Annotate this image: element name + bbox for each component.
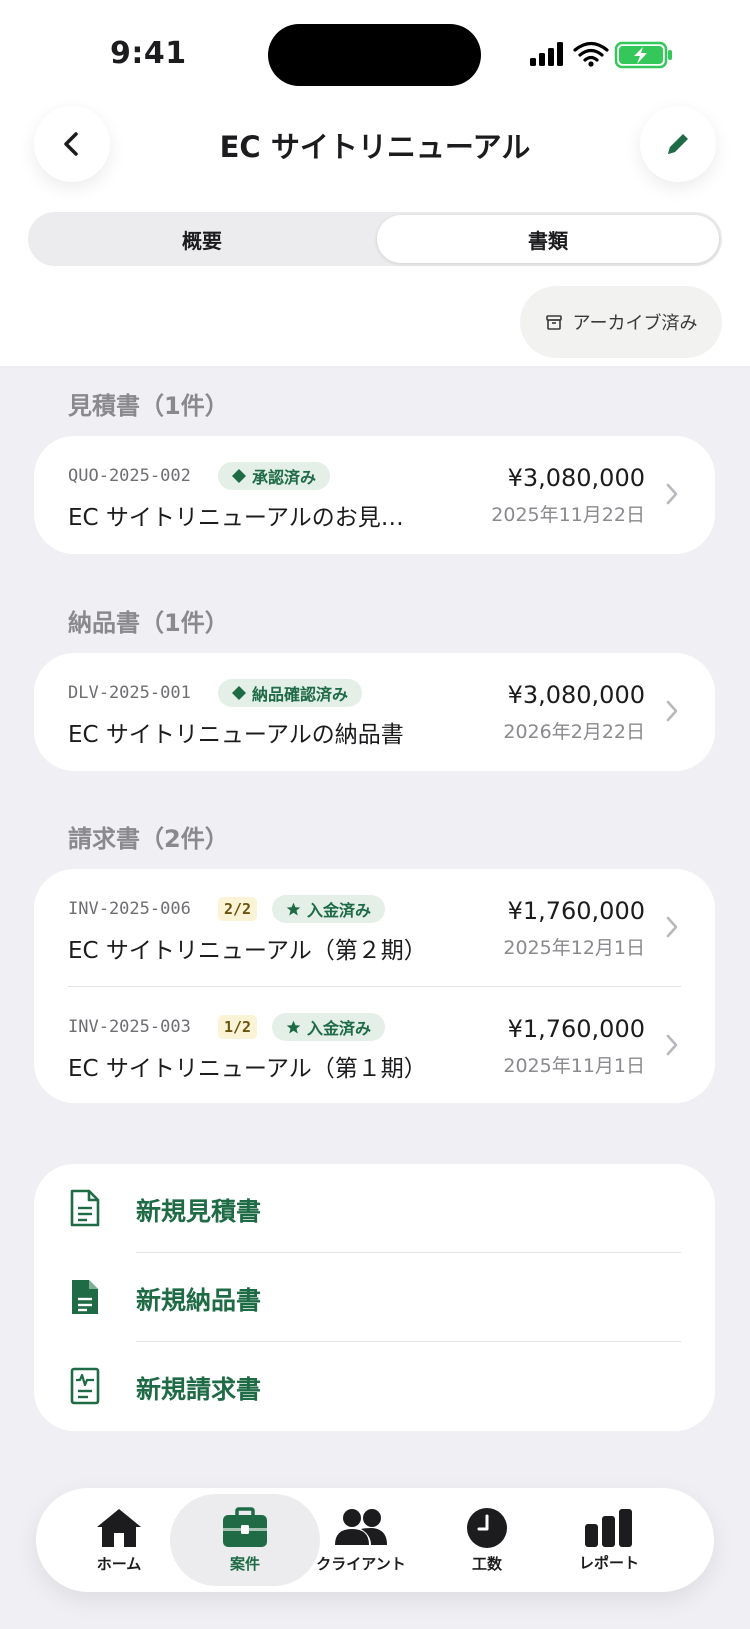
document-title: EC サイトリニューアル（第１期） (68, 1056, 427, 1082)
status-badge: 承認済み (218, 462, 331, 490)
status-badge: 納品確認済み (218, 679, 363, 707)
status-time: 9:41 (110, 36, 187, 71)
new-quote-label: 新規見積書 (136, 1197, 262, 1226)
signal-icon (530, 42, 563, 66)
tabbar-reports[interactable]: レポート (546, 1494, 672, 1586)
star-icon (286, 902, 301, 915)
document-date: 2025年11月22日 (491, 504, 645, 526)
quote-row[interactable]: QUO-2025-002 承認済み EC サイトリニューアルのお見… ¥3,08… (34, 436, 715, 554)
new-invoice-label: 新規請求書 (136, 1375, 262, 1404)
archive-box-icon (545, 315, 562, 330)
document-date: 2025年12月1日 (503, 937, 645, 959)
archived-filter-label: アーカイブ済み (572, 313, 698, 334)
document-title: EC サイトリニューアルの納品書 (68, 722, 404, 748)
document-amount: ¥3,080,000 (507, 464, 645, 492)
section-invoices-label: 請求書（2件） (68, 825, 229, 853)
delivery-row[interactable]: DLV-2025-001 納品確認済み EC サイトリニューアルの納品書 ¥3,… (34, 653, 715, 771)
diamond-icon (232, 686, 246, 700)
document-amount: ¥3,080,000 (507, 681, 645, 709)
chevron-right-icon (666, 483, 678, 505)
archived-filter-button[interactable]: アーカイブ済み (520, 286, 722, 358)
new-quote-button[interactable]: 新規見積書 (34, 1164, 715, 1253)
edit-button[interactable] (640, 106, 716, 182)
people-icon (335, 1508, 387, 1545)
status-badge: 入金済み (272, 895, 386, 923)
chevron-right-icon (666, 916, 678, 938)
segmented-control: 概要 書類 (28, 212, 722, 266)
wifi-icon (573, 41, 609, 62)
document-amount: ¥1,760,000 (507, 1015, 645, 1043)
bar-chart-icon (585, 1508, 632, 1547)
document-code: INV-2025-003 (68, 1017, 191, 1037)
tabbar-home[interactable]: ホーム (56, 1494, 182, 1586)
tab-bar: ホーム 案件 クライアント 工数 レポート (36, 1488, 714, 1592)
document-code: DLV-2025-001 (68, 683, 191, 703)
new-delivery-button[interactable]: 新規納品書 (34, 1253, 715, 1342)
document-title: EC サイトリニューアル（第２期） (68, 938, 427, 964)
invoice-row[interactable]: INV-2025-003 1/2 入金済み EC サイトリニューアル（第１期） … (34, 987, 715, 1105)
new-document-card: 新規見積書 新規納品書 新規請求書 (34, 1164, 715, 1431)
installment-badge: 2/2 (218, 897, 258, 921)
invoice-row[interactable]: INV-2025-006 2/2 入金済み EC サイトリニューアル（第２期） … (34, 869, 715, 987)
tab-overview[interactable]: 概要 (31, 215, 373, 263)
document-filled-icon (72, 1280, 98, 1314)
tabbar-clients[interactable]: クライアント (298, 1494, 424, 1586)
new-invoice-button[interactable]: 新規請求書 (34, 1342, 715, 1431)
quotes-card: QUO-2025-002 承認済み EC サイトリニューアルのお見… ¥3,08… (34, 436, 715, 554)
tabbar-timesheet[interactable]: 工数 (424, 1494, 550, 1586)
document-code: QUO-2025-002 (68, 466, 191, 486)
section-quotes-label: 見積書（1件） (68, 392, 229, 420)
battery-icon (614, 41, 672, 69)
star-icon (286, 1020, 301, 1033)
status-badge: 入金済み (272, 1013, 386, 1041)
document-date: 2025年11月1日 (503, 1055, 645, 1077)
invoices-card: INV-2025-006 2/2 入金済み EC サイトリニューアル（第２期） … (34, 869, 715, 1103)
chevron-right-icon (666, 700, 678, 722)
section-deliveries-label: 納品書（1件） (68, 609, 229, 637)
new-delivery-label: 新規納品書 (136, 1286, 262, 1315)
invoice-icon (70, 1367, 100, 1405)
pencil-icon (668, 134, 688, 154)
diamond-icon (232, 469, 246, 483)
chevron-right-icon (666, 1034, 678, 1056)
briefcase-icon (223, 1506, 267, 1547)
document-amount: ¥1,760,000 (507, 897, 645, 925)
page-title: EC サイトリニューアル (219, 130, 531, 164)
house-icon (97, 1508, 141, 1547)
installment-badge: 1/2 (218, 1015, 258, 1039)
document-code: INV-2025-006 (68, 899, 191, 919)
tab-documents[interactable]: 書類 (377, 215, 719, 263)
deliveries-card: DLV-2025-001 納品確認済み EC サイトリニューアルの納品書 ¥3,… (34, 653, 715, 771)
dynamic-island (268, 24, 481, 86)
clock-icon (467, 1507, 507, 1548)
document-date: 2026年2月22日 (503, 721, 645, 743)
document-outline-icon (70, 1189, 100, 1227)
document-title: EC サイトリニューアルのお見… (68, 505, 404, 531)
status-icons (530, 40, 680, 70)
